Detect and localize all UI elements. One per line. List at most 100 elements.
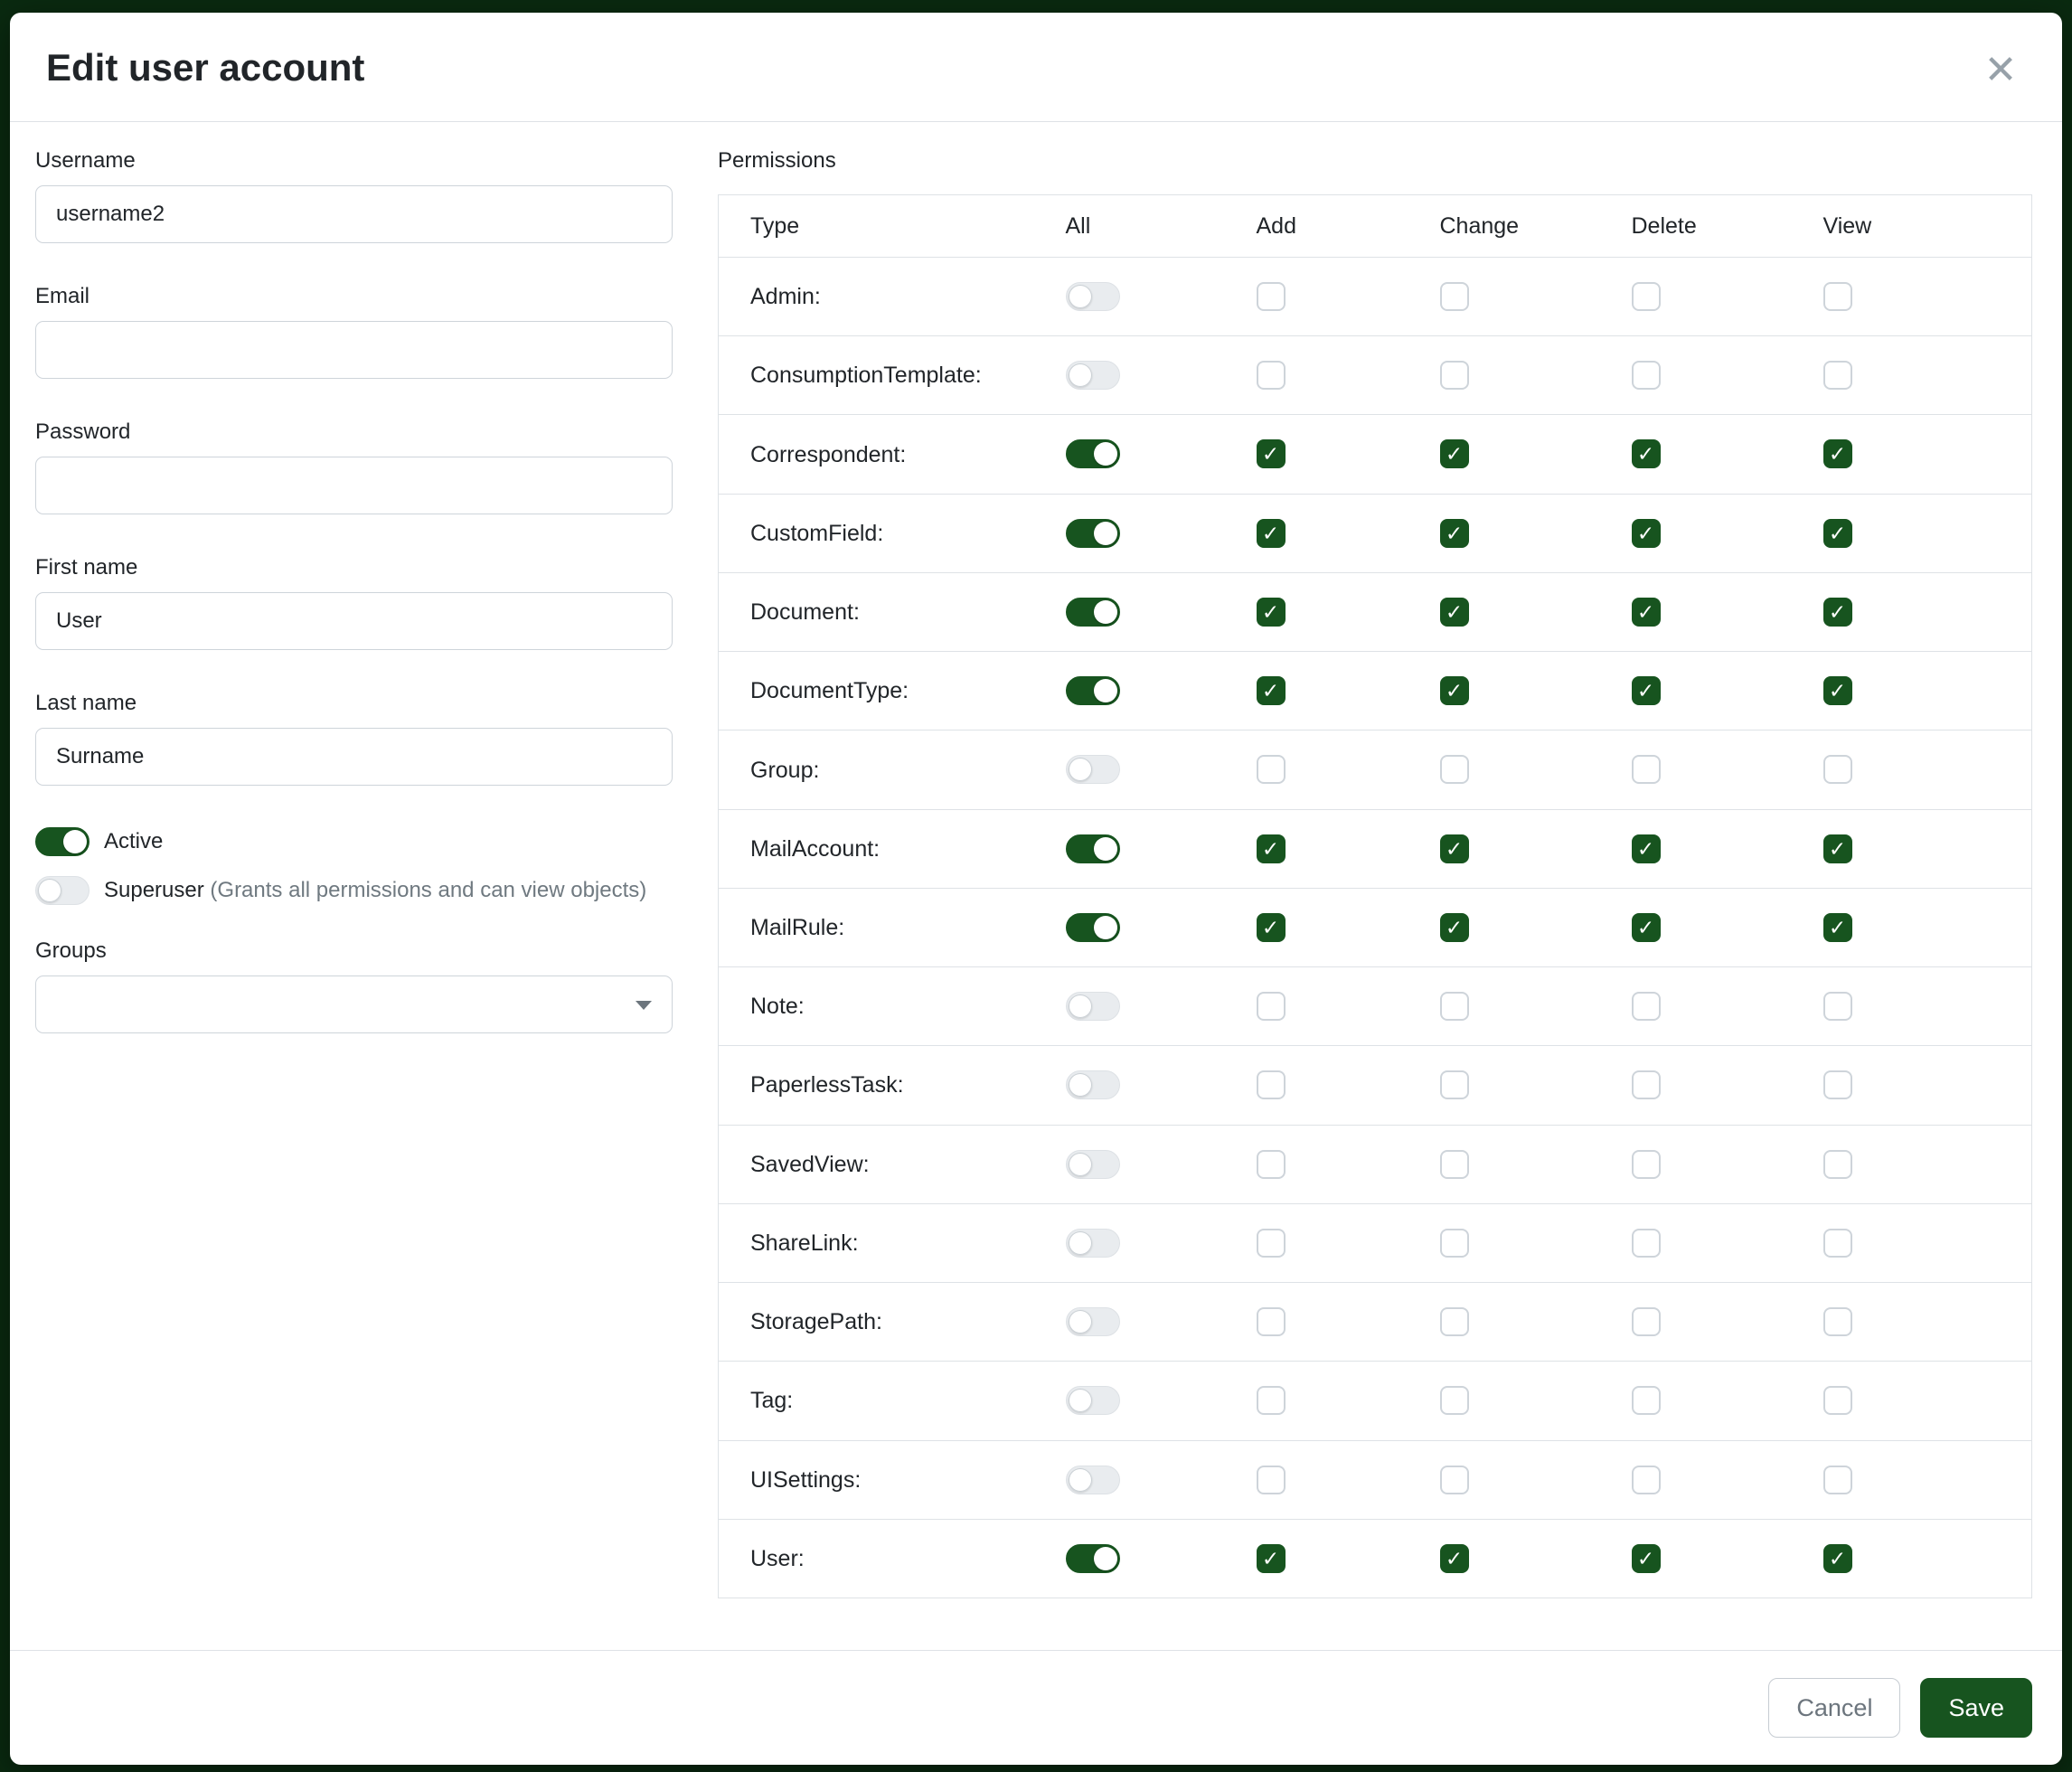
permission-delete-checkbox[interactable] [1632,834,1661,863]
permission-all-toggle[interactable] [1066,598,1120,627]
permission-delete-checkbox[interactable] [1632,519,1661,548]
cancel-button[interactable]: Cancel [1768,1678,1900,1738]
permission-view-checkbox[interactable] [1823,439,1852,468]
permission-change-checkbox[interactable] [1440,913,1469,942]
permission-view-checkbox[interactable] [1823,1229,1852,1258]
permission-delete-checkbox[interactable] [1632,1466,1661,1494]
permission-change-checkbox[interactable] [1440,1386,1469,1415]
permission-delete-checkbox[interactable] [1632,676,1661,705]
permission-view-checkbox[interactable] [1823,1307,1852,1336]
password-input[interactable] [35,457,673,514]
permission-view-checkbox[interactable] [1823,1544,1852,1573]
permission-all-toggle[interactable] [1066,282,1120,311]
permission-add-checkbox[interactable] [1257,1150,1286,1179]
permission-view-checkbox[interactable] [1823,834,1852,863]
permission-row: SavedView: [719,1125,2032,1203]
permission-delete-checkbox[interactable] [1632,913,1661,942]
permission-delete-checkbox[interactable] [1632,598,1661,627]
permission-all-toggle[interactable] [1066,992,1120,1021]
permission-add-checkbox[interactable] [1257,755,1286,784]
permission-add-checkbox[interactable] [1257,439,1286,468]
permission-all-toggle[interactable] [1066,1544,1120,1573]
permission-add-checkbox[interactable] [1257,676,1286,705]
superuser-toggle[interactable] [35,876,89,905]
permission-change-checkbox[interactable] [1440,1229,1469,1258]
permission-add-checkbox[interactable] [1257,519,1286,548]
permission-change-checkbox[interactable] [1440,992,1469,1021]
permission-add-checkbox[interactable] [1257,1229,1286,1258]
permission-all-toggle[interactable] [1066,1229,1120,1258]
active-toggle[interactable] [35,827,89,856]
permission-view-checkbox[interactable] [1823,992,1852,1021]
groups-select[interactable] [35,976,673,1033]
permission-view-checkbox[interactable] [1823,361,1852,390]
permission-view-checkbox[interactable] [1823,755,1852,784]
permission-delete-checkbox[interactable] [1632,1070,1661,1099]
permission-add-checkbox[interactable] [1257,1307,1286,1336]
permission-change-checkbox[interactable] [1440,1307,1469,1336]
permission-view-checkbox[interactable] [1823,913,1852,942]
permission-add-checkbox[interactable] [1257,361,1286,390]
permission-all-toggle[interactable] [1066,1386,1120,1415]
close-icon[interactable]: ✕ [1979,49,2022,92]
permission-view-checkbox[interactable] [1823,1070,1852,1099]
permission-add-checkbox[interactable] [1257,834,1286,863]
username-input[interactable] [35,185,673,243]
permission-all-toggle[interactable] [1066,913,1120,942]
permission-view-checkbox[interactable] [1823,598,1852,627]
permission-change-checkbox[interactable] [1440,1544,1469,1573]
permission-view-checkbox[interactable] [1823,1150,1852,1179]
permission-all-toggle[interactable] [1066,1307,1120,1336]
permission-view-checkbox[interactable] [1823,1386,1852,1415]
permission-delete-checkbox[interactable] [1632,1307,1661,1336]
permission-change-checkbox[interactable] [1440,1150,1469,1179]
permission-all-toggle[interactable] [1066,834,1120,863]
permission-change-checkbox[interactable] [1440,755,1469,784]
permission-all-toggle[interactable] [1066,519,1120,548]
permission-all-toggle[interactable] [1066,1150,1120,1179]
permission-change-checkbox[interactable] [1440,1466,1469,1494]
permission-view-checkbox[interactable] [1823,519,1852,548]
last-name-input[interactable] [35,728,673,786]
permission-delete-checkbox[interactable] [1632,1150,1661,1179]
permission-delete-checkbox[interactable] [1632,1544,1661,1573]
permission-delete-checkbox[interactable] [1632,1386,1661,1415]
permission-delete-checkbox[interactable] [1632,439,1661,468]
permission-change-checkbox[interactable] [1440,282,1469,311]
permission-delete-checkbox[interactable] [1632,992,1661,1021]
first-name-input[interactable] [35,592,673,650]
permission-change-checkbox[interactable] [1440,439,1469,468]
permission-delete-checkbox[interactable] [1632,1229,1661,1258]
permission-change-checkbox[interactable] [1440,834,1469,863]
permission-all-toggle[interactable] [1066,676,1120,705]
permission-all-toggle[interactable] [1066,1070,1120,1099]
permission-add-checkbox[interactable] [1257,598,1286,627]
permission-type-label: User: [750,1546,805,1571]
permission-change-checkbox[interactable] [1440,676,1469,705]
permission-add-checkbox[interactable] [1257,1070,1286,1099]
permission-change-checkbox[interactable] [1440,361,1469,390]
permission-add-checkbox[interactable] [1257,913,1286,942]
permission-all-toggle[interactable] [1066,361,1120,390]
permission-change-checkbox[interactable] [1440,598,1469,627]
permission-add-checkbox[interactable] [1257,992,1286,1021]
permission-view-checkbox[interactable] [1823,1466,1852,1494]
permission-all-toggle[interactable] [1066,755,1120,784]
permission-add-checkbox[interactable] [1257,1386,1286,1415]
permission-change-checkbox[interactable] [1440,519,1469,548]
permission-add-checkbox[interactable] [1257,1544,1286,1573]
email-input[interactable] [35,321,673,379]
toggle-knob [1069,1153,1092,1176]
permission-delete-checkbox[interactable] [1632,361,1661,390]
permission-add-checkbox[interactable] [1257,1466,1286,1494]
permission-delete-checkbox[interactable] [1632,755,1661,784]
active-label: Active [104,827,163,856]
permission-all-toggle[interactable] [1066,1466,1120,1494]
permission-all-toggle[interactable] [1066,439,1120,468]
permission-view-checkbox[interactable] [1823,282,1852,311]
permission-delete-checkbox[interactable] [1632,282,1661,311]
save-button[interactable]: Save [1920,1678,2032,1738]
permission-add-checkbox[interactable] [1257,282,1286,311]
permission-view-checkbox[interactable] [1823,676,1852,705]
permission-change-checkbox[interactable] [1440,1070,1469,1099]
